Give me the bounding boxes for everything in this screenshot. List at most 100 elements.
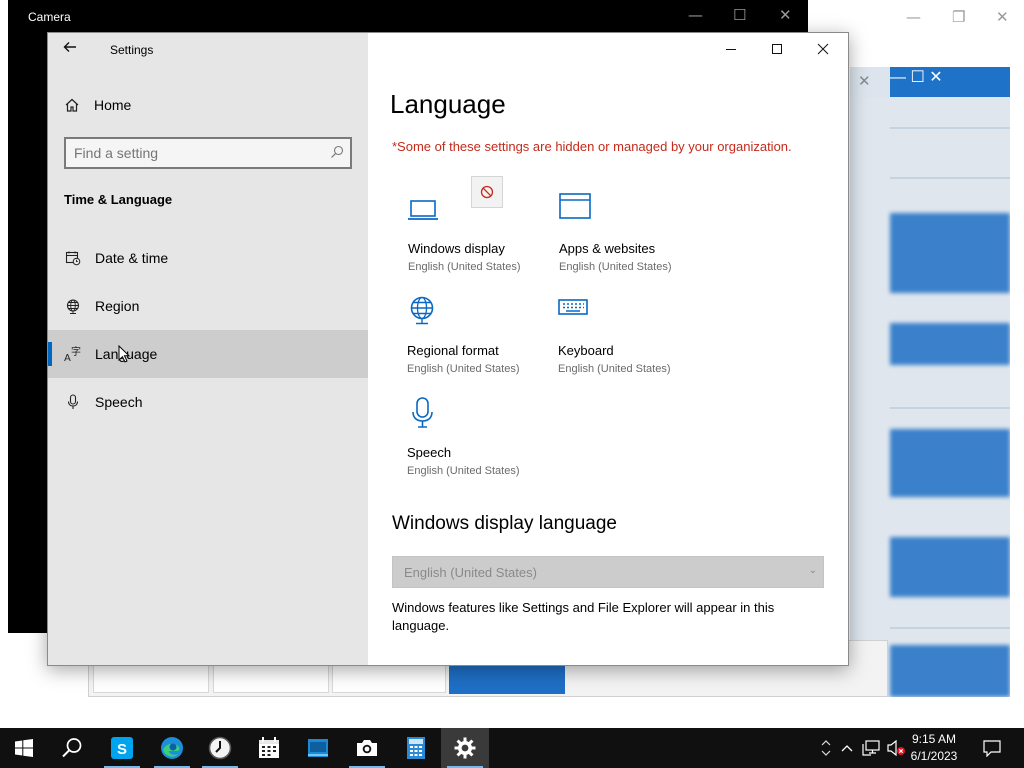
sidebar-item-label: Speech xyxy=(95,394,143,410)
close-button[interactable] xyxy=(800,33,846,65)
chevron-down-icon xyxy=(821,750,831,756)
network-icon xyxy=(862,740,880,756)
laptop-icon xyxy=(408,200,438,220)
sidebar-item-home[interactable]: Home xyxy=(64,97,131,113)
blurred-content-block xyxy=(890,213,1010,293)
tile-subtext: English (United States) xyxy=(558,363,671,375)
blurred-content-block xyxy=(890,323,1010,365)
minimize-icon[interactable]: — xyxy=(688,6,703,24)
close-icon[interactable]: ✕ xyxy=(929,69,942,86)
taskbar-search-button[interactable] xyxy=(48,728,96,768)
globe-icon xyxy=(410,296,434,325)
windows-start-icon xyxy=(15,739,33,757)
window-title: Settings xyxy=(110,43,154,57)
maximize-icon[interactable]: ☐ xyxy=(733,6,746,24)
tile-label: Apps & websites xyxy=(559,241,656,256)
action-center-button[interactable] xyxy=(978,728,1006,768)
display-language-description: Windows features like Settings and File … xyxy=(392,600,775,633)
tile-label: Speech xyxy=(407,445,452,460)
skype-icon: S xyxy=(111,737,133,759)
taskbar-camera[interactable] xyxy=(343,728,391,768)
sidebar-item-date-time[interactable]: Date & time xyxy=(48,234,368,282)
svg-text:A: A xyxy=(64,353,71,362)
search-icon xyxy=(62,738,82,758)
window-titlebar-blue: — ☐ ✕ xyxy=(890,67,1010,97)
blurred-content-block xyxy=(890,429,1010,497)
close-icon[interactable]: ✕ xyxy=(996,8,1009,26)
chevron-up-icon xyxy=(841,745,853,752)
back-button[interactable] xyxy=(62,39,82,59)
maximize-icon xyxy=(772,44,782,54)
blurred-content-block xyxy=(890,645,1010,697)
background-app-window: ✕ — ☐ ✕ xyxy=(850,67,1010,697)
calendar-clock-icon xyxy=(65,251,81,266)
sidebar-item-speech[interactable]: Speech xyxy=(48,378,368,426)
dropdown-value: English (United States) xyxy=(404,565,537,580)
calculator-icon xyxy=(407,737,425,759)
notification-icon xyxy=(983,740,1001,757)
taskbar-clock-display[interactable]: 9:15 AM 6/1/2023 xyxy=(906,731,962,765)
taskbar-calendar[interactable] xyxy=(245,728,293,768)
minimize-icon[interactable]: — xyxy=(906,8,921,26)
sidebar-item-region[interactable]: Region xyxy=(48,282,368,330)
restore-icon[interactable]: ❐ xyxy=(952,8,965,26)
maximize-icon[interactable]: ☐ xyxy=(910,69,924,86)
minimize-icon xyxy=(726,49,736,50)
search-icon[interactable] xyxy=(330,145,344,159)
tile-windows-display[interactable]: Windows display English (United States) xyxy=(408,193,558,283)
show-hidden-icons-button[interactable] xyxy=(838,728,856,768)
display-language-dropdown[interactable]: English (United States) ⌄ xyxy=(392,556,824,588)
home-icon xyxy=(65,98,79,112)
tile-regional-format[interactable]: Regional format English (United States) xyxy=(407,295,557,385)
clock-date: 6/1/2023 xyxy=(910,749,958,763)
background-card xyxy=(93,665,209,693)
minimize-button[interactable] xyxy=(708,33,754,65)
settings-content: Language *Some of these settings are hid… xyxy=(368,33,848,665)
clock-time: 9:15 AM xyxy=(911,732,957,746)
search-input[interactable] xyxy=(74,144,324,162)
blurred-content-block xyxy=(890,537,1010,597)
taskbar-skype[interactable]: S xyxy=(98,728,146,768)
browser-window-icon xyxy=(559,193,591,219)
taskbar-scroll[interactable] xyxy=(818,728,834,768)
tile-apps-websites[interactable]: Apps & websites English (United States) xyxy=(559,193,709,283)
volume-tray-button[interactable] xyxy=(884,728,908,768)
tile-subtext: English (United States) xyxy=(407,363,520,375)
background-primary-button xyxy=(449,663,565,694)
camera-window-title: Camera xyxy=(28,10,71,24)
tile-keyboard[interactable]: Keyboard English (United States) xyxy=(558,295,708,385)
display-language-heading: Windows display language xyxy=(392,513,617,534)
language-icon: A 字 xyxy=(64,346,81,362)
sidebar-item-label: Home xyxy=(94,97,132,113)
taskbar-clock[interactable] xyxy=(196,728,244,768)
background-card xyxy=(332,665,446,693)
close-icon xyxy=(817,43,829,55)
keyboard-icon xyxy=(558,299,588,315)
settings-gear-icon xyxy=(454,737,476,759)
tile-label: Regional format xyxy=(407,343,499,358)
taskbar-settings[interactable] xyxy=(441,728,489,768)
background-window-controls: — ❐ ✕ xyxy=(854,0,1024,34)
volume-muted-icon xyxy=(887,740,905,756)
tile-label: Keyboard xyxy=(558,343,614,358)
camera-icon xyxy=(357,740,377,756)
globe-icon xyxy=(66,299,80,314)
close-icon[interactable]: ✕ xyxy=(779,6,792,24)
taskbar-edge[interactable] xyxy=(148,728,196,768)
start-button[interactable] xyxy=(0,728,48,768)
taskbar-file-explorer[interactable] xyxy=(294,728,342,768)
sidebar-item-label: Date & time xyxy=(95,250,169,266)
network-tray-button[interactable] xyxy=(860,728,882,768)
tile-speech[interactable]: Speech English (United States) xyxy=(407,397,557,487)
search-box[interactable] xyxy=(64,137,352,169)
policy-warning: *Some of these settings are hidden or ma… xyxy=(392,139,792,154)
chevron-down-icon: ⌄ xyxy=(808,565,817,576)
sidebar-item-language[interactable]: A 字 Language xyxy=(48,330,368,378)
edge-icon xyxy=(161,737,183,759)
taskbar-calculator[interactable] xyxy=(392,728,440,768)
chevron-up-icon xyxy=(821,740,831,746)
minimize-icon[interactable]: — xyxy=(890,69,906,86)
tile-subtext: English (United States) xyxy=(559,261,672,273)
maximize-button[interactable] xyxy=(754,33,800,65)
close-icon[interactable]: ✕ xyxy=(858,72,871,90)
